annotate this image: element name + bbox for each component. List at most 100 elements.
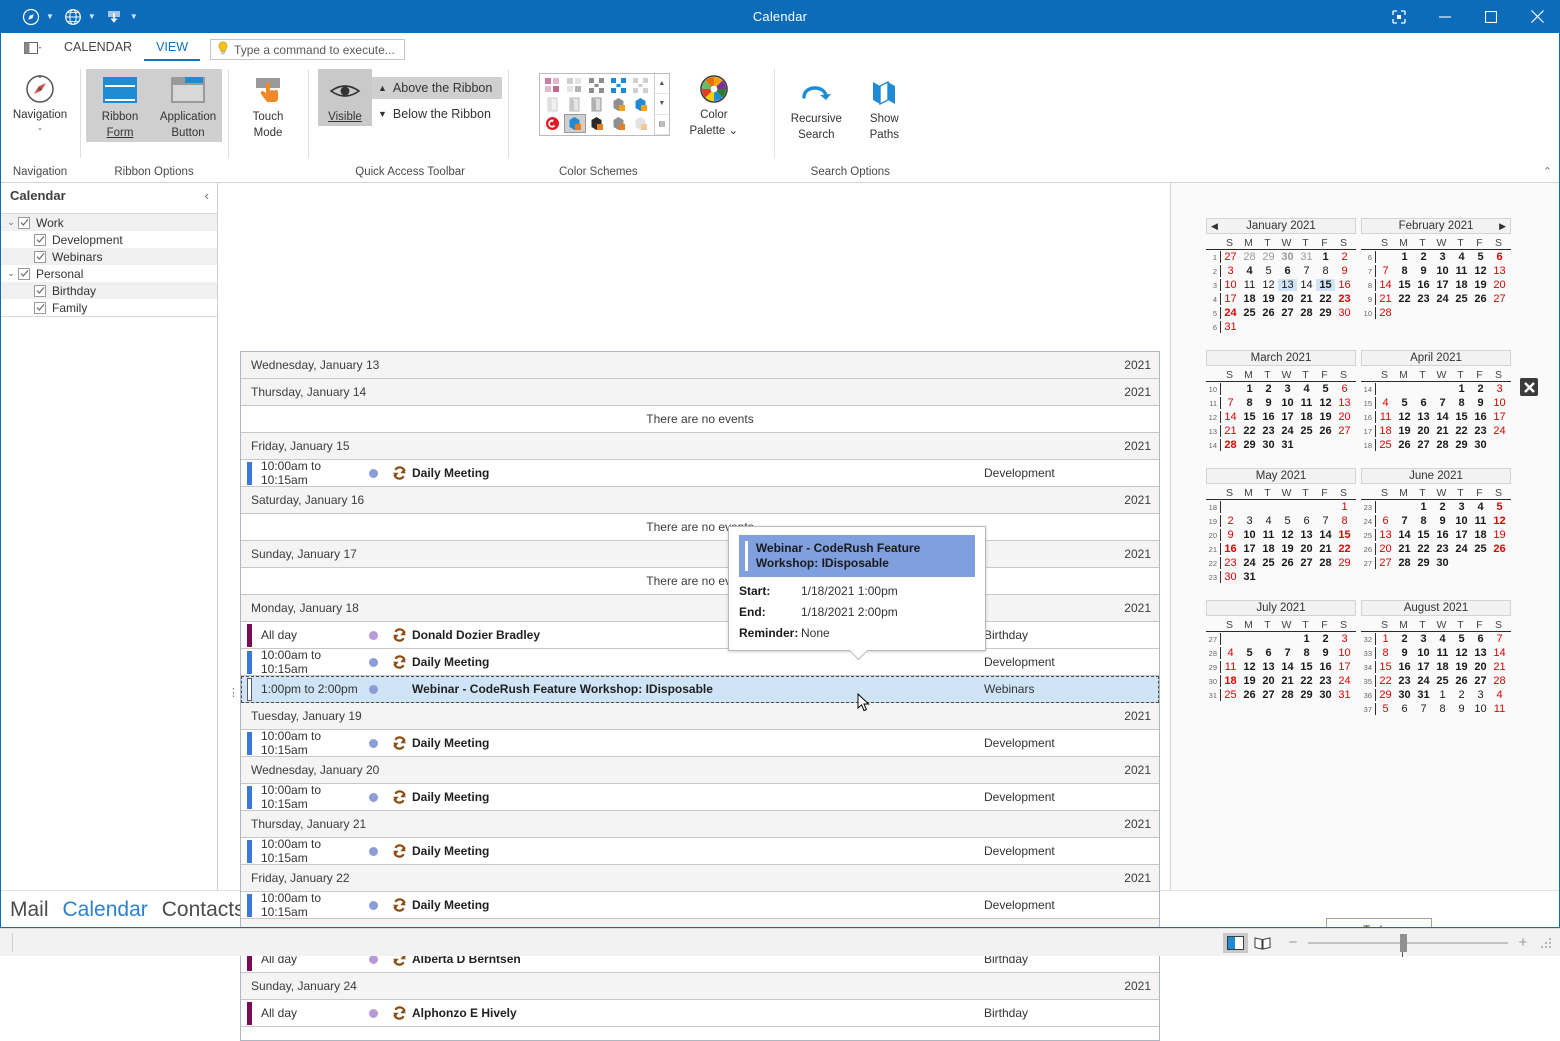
mini-calendar-day[interactable]: 28 — [1297, 307, 1316, 319]
mini-calendar-day[interactable]: 18 — [1240, 293, 1259, 305]
mini-calendar-day[interactable]: 7 — [1376, 265, 1395, 277]
checkbox-family[interactable] — [34, 301, 46, 314]
mini-calendar-day[interactable]: 16 — [1259, 411, 1278, 423]
mini-calendar-header[interactable]: ◀ January 2021 — [1206, 218, 1356, 234]
mini-calendar-day[interactable]: 1 — [1433, 689, 1452, 701]
scheme-swatch-11[interactable] — [542, 114, 564, 133]
mini-calendar-day[interactable]: 13 — [1490, 265, 1509, 277]
tree-item-webinars[interactable]: Webinars — [0, 248, 217, 265]
mini-calendar-header[interactable]: July 2021 — [1206, 600, 1356, 616]
mini-calendar-day[interactable]: 28 — [1221, 439, 1240, 451]
mini-calendar-day[interactable] — [1395, 307, 1414, 319]
mini-calendar-day[interactable]: 27 — [1221, 251, 1240, 263]
checkbox-personal[interactable] — [18, 267, 30, 280]
mini-calendar-day[interactable] — [1471, 557, 1490, 569]
mini-calendar-day[interactable]: 6 — [1259, 647, 1278, 659]
event-row[interactable]: 10:00am to 10:15am Daily Meeting Developme… — [241, 891, 1159, 919]
mini-calendar-day[interactable]: 24 — [1335, 675, 1354, 687]
zoom-out-button[interactable]: − — [1286, 934, 1300, 951]
mini-calendar-day[interactable]: 30 — [1259, 439, 1278, 451]
mini-calendar-day[interactable]: 2 — [1433, 501, 1452, 513]
mini-calendar-day[interactable] — [1221, 633, 1240, 645]
expander-icon[interactable]: ⌄ — [4, 217, 18, 228]
mini-calendar-day[interactable]: 1 — [1376, 633, 1395, 645]
mini-calendar-day[interactable]: 15 — [1335, 529, 1354, 541]
mini-calendar-day[interactable]: 14 — [1278, 661, 1297, 673]
mini-calendar-day[interactable]: 25 — [1452, 293, 1471, 305]
mini-calendar-day[interactable]: 7 — [1316, 515, 1335, 527]
mini-calendar-day[interactable]: 23 — [1471, 425, 1490, 437]
mini-calendar-day[interactable] — [1278, 321, 1297, 333]
mini-calendar-day[interactable]: 19 — [1490, 529, 1509, 541]
mini-calendar-day[interactable] — [1259, 633, 1278, 645]
mini-calendar-day[interactable]: 13 — [1278, 279, 1297, 291]
mini-calendar-day[interactable]: 30 — [1316, 689, 1335, 701]
day-header[interactable]: Wednesday, January 13 2021 — [241, 352, 1159, 379]
mini-calendar-day[interactable]: 20 — [1414, 425, 1433, 437]
resize-grip-icon[interactable] — [1540, 936, 1554, 950]
mini-calendar-day[interactable]: 3 — [1452, 501, 1471, 513]
mini-calendar-day[interactable]: 5 — [1278, 515, 1297, 527]
mini-calendar-day[interactable]: 1 — [1335, 501, 1354, 513]
mini-calendar-day[interactable]: 12 — [1471, 265, 1490, 277]
mini-calendar-day[interactable]: 9 — [1395, 647, 1414, 659]
scheme-swatch-15[interactable] — [630, 114, 652, 133]
mini-calendar-day[interactable] — [1490, 557, 1509, 569]
mini-calendar-day[interactable]: 8 — [1414, 515, 1433, 527]
day-header[interactable]: Tuesday, January 19 2021 — [241, 703, 1159, 730]
recursive-search-button[interactable]: Recursive Search — [782, 71, 850, 144]
tab-view[interactable]: VIEW — [144, 36, 201, 61]
mini-calendar-day[interactable]: 19 — [1395, 425, 1414, 437]
mini-calendar-day[interactable]: 21 — [1376, 293, 1395, 305]
mini-calendar-day[interactable]: 16 — [1395, 661, 1414, 673]
mini-calendar-day[interactable]: 13 — [1414, 411, 1433, 423]
mini-calendar-day[interactable] — [1376, 383, 1395, 395]
mini-calendar-day[interactable]: 24 — [1414, 675, 1433, 687]
mini-calendar-day[interactable]: 12 — [1240, 661, 1259, 673]
mini-calendar-day[interactable]: 8 — [1433, 703, 1452, 715]
mini-calendar-day[interactable]: 16 — [1335, 279, 1354, 291]
mini-calendar-day[interactable]: 11 — [1240, 279, 1259, 291]
module-calendar[interactable]: Calendar — [63, 898, 148, 922]
mini-calendar-day[interactable]: 16 — [1221, 543, 1240, 555]
mini-calendar-day[interactable]: 9 — [1316, 647, 1335, 659]
scheme-swatch-9[interactable] — [608, 95, 630, 114]
mini-calendar-day[interactable]: 29 — [1259, 251, 1278, 263]
mini-calendar-day[interactable]: 14 — [1221, 411, 1240, 423]
mini-calendar-header[interactable]: May 2021 — [1206, 468, 1356, 484]
tree-item-birthday[interactable]: Birthday — [0, 282, 217, 299]
mini-calendar-day[interactable]: 11 — [1259, 529, 1278, 541]
scheme-swatch-6[interactable] — [542, 95, 564, 114]
mini-calendar-day[interactable] — [1278, 571, 1297, 583]
mini-calendar-day[interactable]: 25 — [1433, 675, 1452, 687]
mini-calendar-day[interactable]: 5 — [1259, 265, 1278, 277]
prev-month-icon[interactable]: ◀ — [1211, 221, 1218, 232]
mini-calendar-day[interactable]: 27 — [1259, 689, 1278, 701]
mini-calendar-day[interactable]: 10 — [1452, 515, 1471, 527]
mini-calendar-day[interactable]: 5 — [1471, 251, 1490, 263]
tree-item-family[interactable]: Family — [0, 299, 217, 316]
mini-calendar-day[interactable]: 26 — [1395, 439, 1414, 451]
mini-calendar-day[interactable]: 23 — [1316, 675, 1335, 687]
mini-calendar-day[interactable]: 21 — [1395, 543, 1414, 555]
mini-calendar-day[interactable]: 8 — [1316, 265, 1335, 277]
mini-calendar-day[interactable]: 26 — [1240, 689, 1259, 701]
scheme-swatch-10[interactable] — [630, 95, 652, 114]
color-palette-button[interactable]: Color Palette ⌄ — [680, 67, 748, 140]
day-header[interactable]: Saturday, January 16 2021 — [241, 487, 1159, 514]
mini-calendar-day[interactable]: 12 — [1316, 397, 1335, 409]
mini-calendar-day[interactable]: 6 — [1297, 515, 1316, 527]
scheme-swatch-1[interactable] — [542, 76, 564, 95]
mini-calendar-day[interactable]: 13 — [1297, 529, 1316, 541]
mini-calendar-header[interactable]: ▶ February 2021 — [1361, 218, 1511, 234]
mini-calendar-day[interactable]: 22 — [1395, 293, 1414, 305]
day-header[interactable]: Thursday, January 14 2021 — [241, 379, 1159, 406]
ribbon-layout-icon[interactable] — [12, 35, 52, 61]
mini-calendar-day[interactable] — [1335, 439, 1354, 451]
tab-calendar[interactable]: CALENDAR — [52, 36, 144, 61]
mini-calendar-day[interactable]: 13 — [1335, 397, 1354, 409]
mini-calendar-day[interactable]: 7 — [1395, 515, 1414, 527]
mini-calendar-day[interactable]: 2 — [1259, 383, 1278, 395]
scheme-swatch-14[interactable] — [608, 114, 630, 133]
mini-calendar-day[interactable]: 8 — [1395, 265, 1414, 277]
